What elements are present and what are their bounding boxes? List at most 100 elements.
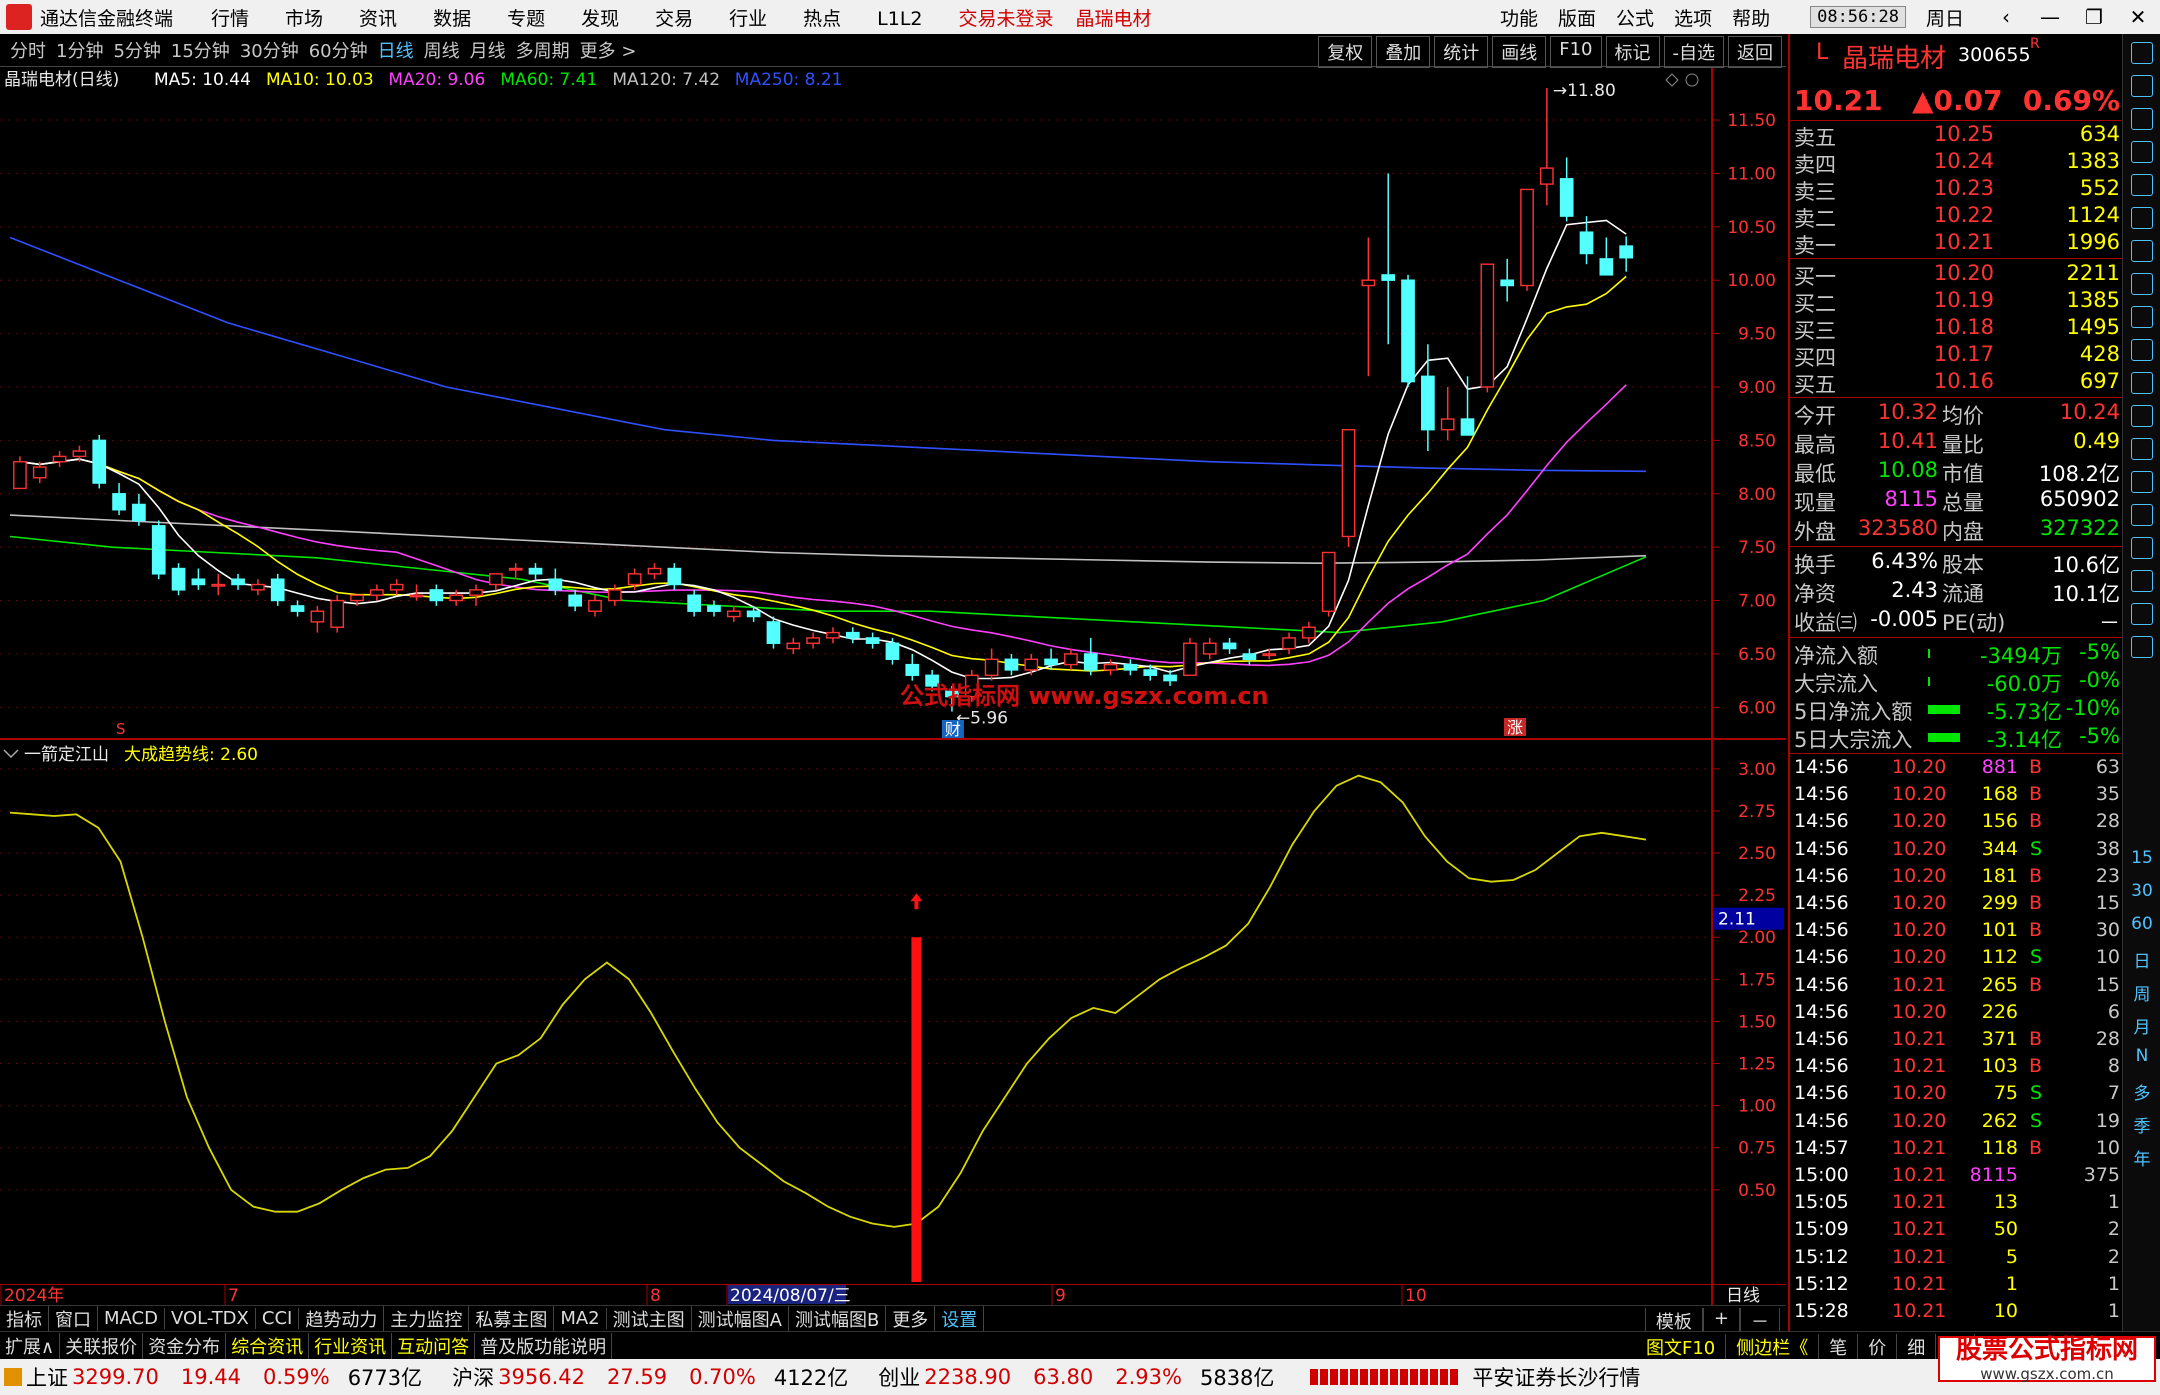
bid-row[interactable]: 买二 10.19 1385 [1790,288,2124,316]
fs-icon[interactable] [2131,603,2153,625]
menu-item[interactable]: L1L2 [877,8,922,30]
extension-tab[interactable]: 普及版功能说明 [475,1332,613,1359]
indicator-chart[interactable]: 3.00 2.75 2.50 2.25 2.00 1.75 1.50 1.25 1.00 0.75… [0,740,1786,1284]
indicator-tab[interactable]: VOL-TDX [165,1308,256,1329]
sidebar-period-button[interactable]: 年 [2123,1145,2160,1170]
period-tab[interactable]: 60分钟 [309,37,368,63]
chart-tool-button[interactable]: -自选 [1663,36,1724,68]
menu-item[interactable]: 交易 [655,8,693,30]
extension-tab[interactable]: 行业资讯 [309,1332,393,1359]
right-menu-item[interactable]: 功能 [1500,8,1538,30]
menu-item[interactable]: 专题 [507,8,545,30]
chart-tool-button[interactable]: 画线 [1492,36,1547,68]
right-menu-item[interactable]: 选项 [1674,8,1712,30]
extension-tab[interactable]: 扩展∧ [0,1332,61,1359]
period-tab[interactable]: 更多 > [580,37,637,63]
panel-tab[interactable]: 细 [1897,1334,1937,1360]
extension-tab[interactable]: 资金分布 [143,1332,227,1359]
ask-row[interactable]: 卖三 10.23 552 [1790,176,2124,204]
indicator-tab[interactable]: 趋势动力 [299,1305,385,1332]
panel-tab[interactable]: 图文F10 [1636,1334,1727,1360]
period-tab[interactable]: 周线 [424,37,460,63]
down-arrow-icon[interactable] [2131,108,2153,130]
sidebar-period-button[interactable]: 月 [2123,1013,2160,1038]
line-chart-icon[interactable] [2131,240,2153,262]
index-name[interactable]: 上证 [26,1362,68,1392]
menu-item[interactable]: 行情 [211,8,249,30]
panel-tab[interactable]: 侧边栏《 [1726,1334,1820,1360]
cai-marker[interactable]: 财 [945,720,961,739]
sidebar-period-button[interactable]: 15 [2123,848,2160,868]
ask-row[interactable]: 卖一 10.21 1996 [1790,230,2124,258]
menu-item[interactable]: 数据 [433,8,471,30]
menu-item[interactable]: 发现 [581,8,619,30]
chart-tool-button[interactable]: 统计 [1434,36,1489,68]
period-tab[interactable]: 月线 [470,37,506,63]
f10-icon[interactable] [2131,405,2153,427]
main-chart[interactable]: 11.50 11.00 10.50 10.00 9.50 9.00 8.50 8.00 7.50… [0,68,1786,740]
index-name[interactable]: 创业 [878,1362,920,1392]
panel-tab[interactable]: 笔 [1819,1334,1859,1360]
chart-tool-button[interactable]: 返回 [1728,36,1782,68]
chart-tool-button[interactable]: 复权 [1318,36,1373,68]
indicator-tab[interactable]: MA2 [554,1308,607,1329]
indicator-tab[interactable]: 指标 [0,1305,49,1332]
menu-item[interactable]: 热点 [803,8,841,30]
indicator-tab[interactable]: 测试幅图B [789,1305,887,1332]
zhang-marker[interactable]: 涨 [1507,718,1523,737]
bid-row[interactable]: 买三 10.18 1495 [1790,315,2124,343]
back-icon[interactable]: ‹ [1984,5,2028,29]
period-tab[interactable]: 5分钟 [113,37,160,63]
right-menu-item[interactable]: 帮助 [1732,8,1770,30]
period-tab[interactable]: 多周期 [516,37,570,63]
right-menu-item[interactable]: 版面 [1558,8,1596,30]
login-status[interactable]: 交易未登录 [959,4,1054,31]
pin-icon[interactable] [2131,438,2153,460]
indicator-tab[interactable]: MACD [98,1308,165,1329]
minimize-icon[interactable]: — [2028,5,2072,29]
period-tab[interactable]: 日线 [378,37,414,63]
sidebar-period-button[interactable]: 周 [2123,980,2160,1005]
panel-tab[interactable]: 价 [1858,1334,1898,1360]
menu-item[interactable]: 资讯 [359,8,397,30]
chart-tool-button[interactable]: F10 [1550,36,1602,68]
restore-icon[interactable]: ❐ [2072,5,2116,29]
indicator-tab[interactable]: 主力监控 [384,1305,470,1332]
finance-icon[interactable] [2131,339,2153,361]
extension-tab[interactable]: 综合资讯 [226,1332,310,1359]
bid-row[interactable]: 买一 10.20 2211 [1790,261,2124,289]
rsi-icon[interactable] [2131,504,2153,526]
bid-row[interactable]: 买五 10.16 697 [1790,369,2124,397]
sidebar-period-button[interactable]: 30 [2123,881,2160,901]
move-icon[interactable] [2131,537,2153,559]
period-tab[interactable]: 15分钟 [171,37,230,63]
ask-row[interactable]: 卖四 10.24 1383 [1790,149,2124,177]
extension-tab[interactable]: 关联报价 [60,1332,144,1359]
menu-item[interactable]: 行业 [729,8,767,30]
sidebar-period-button[interactable]: 季 [2123,1112,2160,1137]
money-icon[interactable] [2131,636,2153,658]
calendar-icon[interactable] [2131,174,2153,196]
bid-row[interactable]: 买四 10.17 428 [1790,342,2124,370]
indicator-tab[interactable]: 测试主图 [607,1305,692,1332]
sidebar-period-button[interactable]: 60 [2123,914,2160,934]
sidebar-period-button[interactable]: 多 [2123,1079,2160,1104]
close-icon[interactable]: ✕ [2116,5,2160,29]
indicator-tab[interactable]: 窗口 [49,1305,98,1332]
document-icon[interactable] [2131,372,2153,394]
indicator-tab[interactable]: CCI [256,1308,300,1329]
menu-item[interactable]: 市场 [285,8,323,30]
table-icon[interactable] [2131,207,2153,229]
period-tab[interactable]: 分时 [10,37,46,63]
candle-icon[interactable] [2131,273,2153,295]
chart-tool-button[interactable]: 标记 [1605,36,1660,68]
status-menu-icon[interactable] [4,1368,22,1386]
pencil-icon[interactable] [2131,570,2153,592]
period-tab[interactable]: 30分钟 [240,37,299,63]
ask-row[interactable]: 卖五 10.25 634 [1790,122,2124,150]
grid-icon[interactable] [2131,306,2153,328]
refresh-icon[interactable] [2131,75,2153,97]
period-tab[interactable]: 1分钟 [56,37,103,63]
indicator-tab[interactable]: 测试幅图A [692,1305,789,1332]
chart-tool-button[interactable]: 叠加 [1376,36,1431,68]
